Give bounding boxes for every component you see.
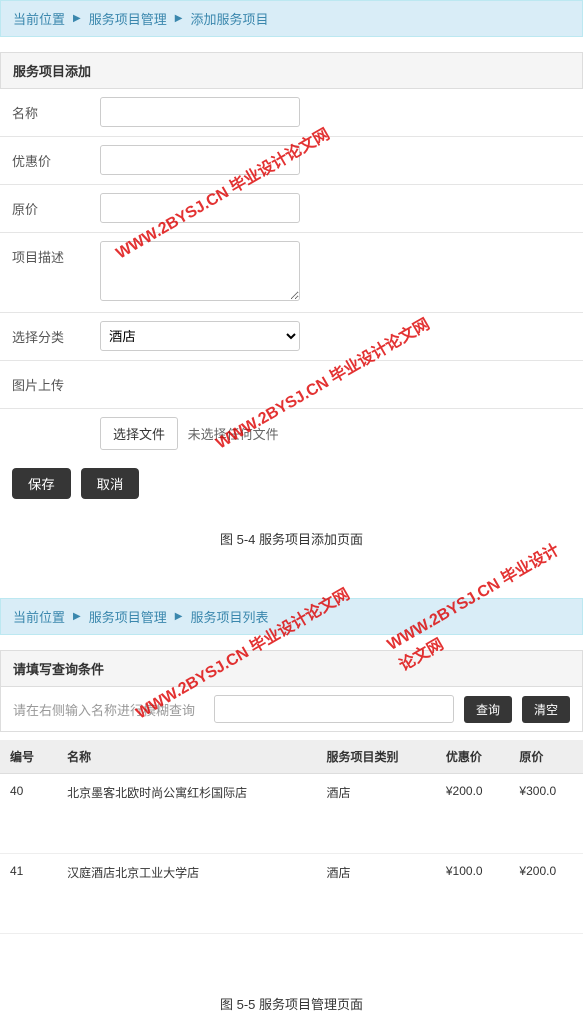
cell-original: ¥200.0 bbox=[509, 854, 583, 934]
table-row[interactable]: 41 汉庭酒店北京工业大学店 酒店 ¥100.0 ¥200.0 bbox=[0, 854, 583, 934]
original-price-input[interactable] bbox=[100, 193, 300, 223]
breadcrumb-link-add[interactable]: 添加服务项目 bbox=[190, 9, 268, 28]
table-row[interactable]: 40 北京墨客北欧时尚公寓红杉国际店 酒店 ¥200.0 ¥300.0 bbox=[0, 774, 583, 854]
cell-discount: ¥200.0 bbox=[436, 774, 510, 854]
cancel-button[interactable]: 取消 bbox=[81, 468, 140, 499]
clear-button[interactable]: 清空 bbox=[522, 696, 570, 723]
service-table: 编号 名称 服务项目类别 优惠价 原价 40 北京墨客北欧时尚公寓红杉国际店 酒… bbox=[0, 740, 583, 934]
col-discount: 优惠价 bbox=[436, 740, 510, 774]
cell-category: 酒店 bbox=[317, 774, 436, 854]
chevron-right-icon: ▶ bbox=[175, 13, 183, 24]
col-id: 编号 bbox=[0, 740, 57, 774]
cell-name: 汉庭酒店北京工业大学店 bbox=[57, 854, 316, 934]
category-label: 选择分类 bbox=[0, 321, 100, 352]
breadcrumb-1: 当前位置 ▶ 服务项目管理 ▶ 添加服务项目 bbox=[0, 0, 583, 37]
cell-name: 北京墨客北欧时尚公寓红杉国际店 bbox=[57, 774, 316, 854]
category-select[interactable]: 酒店 bbox=[100, 321, 300, 351]
col-original: 原价 bbox=[509, 740, 583, 774]
cell-discount: ¥100.0 bbox=[436, 854, 510, 934]
breadcrumb-current: 当前位置 bbox=[13, 9, 65, 28]
cell-category: 酒店 bbox=[317, 854, 436, 934]
query-button[interactable]: 查询 bbox=[464, 696, 512, 723]
description-textarea[interactable] bbox=[100, 241, 300, 301]
col-category: 服务项目类别 bbox=[317, 740, 436, 774]
col-name: 名称 bbox=[57, 740, 316, 774]
panel-title-add: 服务项目添加 bbox=[0, 52, 583, 89]
breadcrumb-2: 当前位置 ▶ 服务项目管理 ▶ 服务项目列表 bbox=[0, 598, 583, 635]
cell-id: 41 bbox=[0, 854, 57, 934]
figure-caption-2: 图 5-5 服务项目管理页面 bbox=[0, 974, 583, 1033]
chevron-right-icon: ▶ bbox=[175, 611, 183, 622]
breadcrumb-current: 当前位置 bbox=[13, 607, 65, 626]
breadcrumb-link-manage[interactable]: 服务项目管理 bbox=[89, 9, 167, 28]
figure-caption-1: 图 5-4 服务项目添加页面 bbox=[0, 509, 583, 568]
chevron-right-icon: ▶ bbox=[73, 611, 81, 622]
breadcrumb-link-manage[interactable]: 服务项目管理 bbox=[89, 607, 167, 626]
cell-original: ¥300.0 bbox=[509, 774, 583, 854]
description-label: 项目描述 bbox=[0, 241, 100, 272]
save-button[interactable]: 保存 bbox=[12, 468, 71, 499]
name-label: 名称 bbox=[0, 97, 100, 128]
file-status-text: 未选择任何文件 bbox=[188, 427, 279, 442]
original-price-label: 原价 bbox=[0, 193, 100, 224]
search-panel-title: 请填写查询条件 bbox=[1, 651, 582, 687]
breadcrumb-link-list[interactable]: 服务项目列表 bbox=[190, 607, 268, 626]
name-input[interactable] bbox=[100, 97, 300, 127]
choose-file-button[interactable]: 选择文件 bbox=[100, 417, 178, 450]
search-input[interactable] bbox=[214, 695, 454, 723]
cell-id: 40 bbox=[0, 774, 57, 854]
search-hint-text: 请在右侧输入名称进行模糊查询 bbox=[13, 700, 195, 719]
discount-price-label: 优惠价 bbox=[0, 145, 100, 176]
upload-label: 图片上传 bbox=[0, 369, 100, 400]
chevron-right-icon: ▶ bbox=[73, 13, 81, 24]
discount-price-input[interactable] bbox=[100, 145, 300, 175]
